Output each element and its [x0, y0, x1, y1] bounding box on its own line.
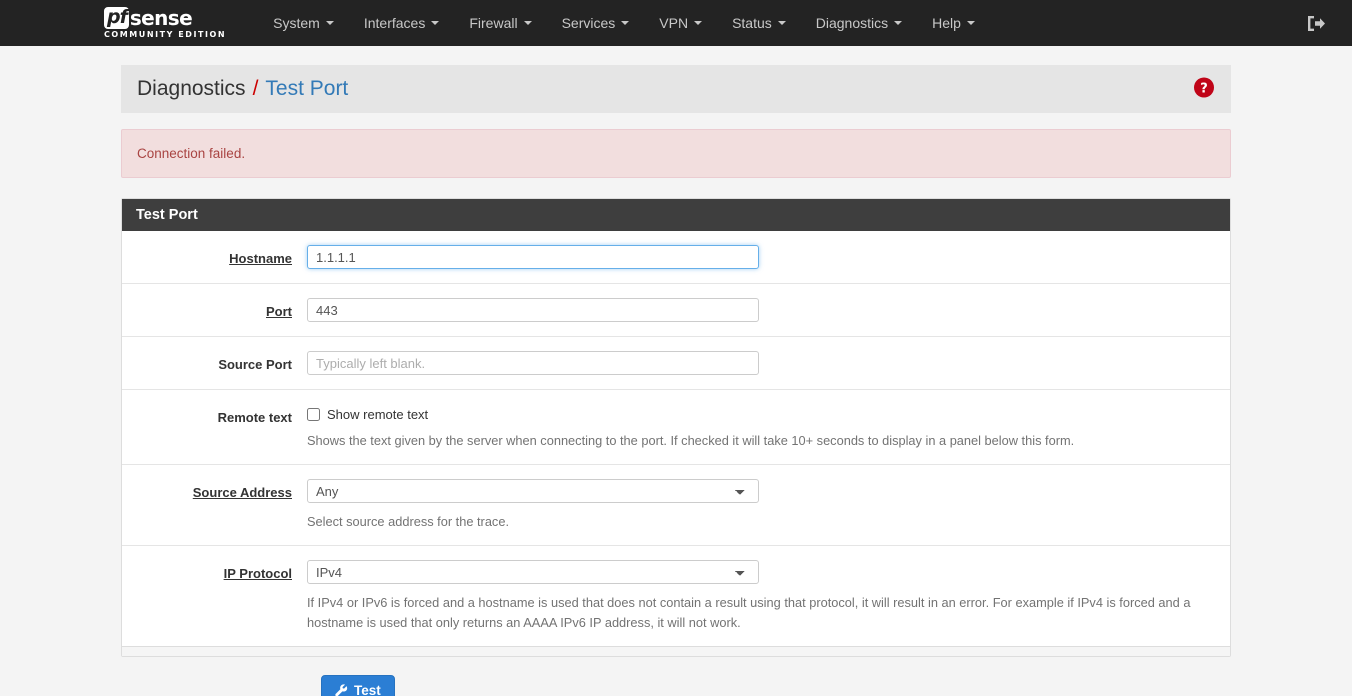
breadcrumb-root[interactable]: Diagnostics: [137, 77, 246, 101]
logo-wordmark: pf sense: [104, 6, 226, 30]
panel-footer: [122, 645, 1230, 656]
nav-item-system[interactable]: System: [258, 0, 349, 46]
logo-pf-mark: pf: [104, 7, 129, 29]
hostname-label: Hostname: [122, 245, 307, 269]
panel-title: Test Port: [122, 199, 1230, 231]
error-alert: Connection failed.: [121, 129, 1231, 178]
nav-item-services[interactable]: Services: [547, 0, 645, 46]
chevron-down-icon: [523, 21, 532, 25]
source-address-label: Source Address: [122, 479, 307, 531]
breadcrumb-separator: /: [252, 77, 259, 100]
page-container: Diagnostics / Test Port ? Connection fai…: [106, 65, 1246, 696]
source-port-control: [307, 351, 1230, 375]
show-remote-text-label[interactable]: Show remote text: [327, 407, 428, 422]
source-port-input[interactable]: [307, 351, 759, 375]
nav-item-label: Firewall: [469, 15, 518, 31]
nav-item-label: VPN: [659, 15, 689, 31]
nav-item-label: System: [273, 15, 320, 31]
wrench-icon: [335, 684, 348, 696]
nav-item-label: Status: [732, 15, 772, 31]
chevron-down-icon: [894, 21, 903, 25]
chevron-down-icon: [621, 21, 630, 25]
ip-protocol-label: IP Protocol: [122, 560, 307, 631]
nav-item-status[interactable]: Status: [717, 0, 801, 46]
ip-protocol-control: IPv4 If IPv4 or IPv6 is forced and a hos…: [307, 560, 1230, 631]
source-address-select[interactable]: Any: [307, 479, 759, 504]
breadcrumb: Diagnostics / Test Port ?: [121, 65, 1231, 113]
chevron-down-icon: [966, 21, 975, 25]
nav-item-help[interactable]: Help: [917, 0, 990, 46]
svg-text:?: ?: [1200, 82, 1208, 97]
source-port-label-text: Source Port: [218, 357, 292, 372]
nav-menu: System Interfaces Firewall Services VPN …: [258, 0, 990, 46]
error-alert-message: Connection failed.: [137, 146, 246, 161]
form-row-source-address: Source Address Any Select source address…: [122, 465, 1230, 547]
form-row-remote-text: Remote text Show remote text Shows the t…: [122, 390, 1230, 466]
port-control: [307, 298, 1230, 322]
source-address-help: Select source address for the trace.: [307, 514, 510, 530]
ip-protocol-select[interactable]: IPv4: [307, 560, 759, 585]
form-row-source-port: Source Port: [122, 337, 1230, 390]
port-label: Port: [122, 298, 307, 322]
chevron-down-icon: [325, 21, 334, 25]
form-row-port: Port: [122, 284, 1230, 337]
nav-item-vpn[interactable]: VPN: [644, 0, 717, 46]
show-remote-text-checkbox[interactable]: [307, 408, 320, 421]
remote-text-label: Remote text: [122, 404, 307, 450]
chevron-down-icon: [431, 21, 440, 25]
logout-icon[interactable]: [1307, 15, 1326, 32]
source-port-label: Source Port: [122, 351, 307, 375]
form-row-ip-protocol: IP Protocol IPv4 If IPv4 or IPv6 is forc…: [122, 546, 1230, 645]
ip-protocol-label-text: IP Protocol: [223, 566, 292, 582]
chevron-down-icon: [694, 21, 703, 25]
remote-text-label-text: Remote text: [217, 410, 292, 425]
ip-protocol-help: If IPv4 or IPv6 is forced and a hostname…: [307, 595, 1191, 630]
nav-item-label: Services: [561, 15, 616, 31]
show-remote-text-row: Show remote text: [307, 404, 1215, 422]
test-port-form: Hostname Port Source Port: [122, 231, 1230, 646]
nav-item-label: Help: [932, 15, 961, 31]
top-navbar: pf sense COMMUNITY EDITION System Interf…: [0, 0, 1352, 46]
nav-item-firewall[interactable]: Firewall: [454, 0, 546, 46]
test-button[interactable]: Test: [321, 674, 395, 696]
port-input[interactable]: [307, 298, 759, 322]
remote-text-control: Show remote text Shows the text given by…: [307, 404, 1230, 450]
breadcrumb-current[interactable]: Test Port: [265, 77, 348, 101]
port-label-text: Port: [266, 304, 292, 319]
test-port-panel: Test Port Hostname Port: [121, 198, 1231, 657]
source-address-label-text: Source Address: [192, 485, 292, 501]
nav-item-label: Diagnostics: [815, 15, 889, 31]
remote-text-help: Shows the text given by the server when …: [307, 433, 1075, 448]
nav-item-interfaces[interactable]: Interfaces: [349, 0, 454, 46]
nav-item-label: Interfaces: [363, 15, 426, 31]
pfsense-logo[interactable]: pf sense COMMUNITY EDITION: [104, 0, 240, 46]
test-button-label: Test: [354, 682, 381, 696]
hostname-input[interactable]: [307, 245, 759, 269]
logo-subtitle: COMMUNITY EDITION: [104, 30, 227, 39]
hostname-control: [307, 245, 1230, 269]
form-row-hostname: Hostname: [122, 231, 1230, 284]
source-address-control: Any Select source address for the trace.: [307, 479, 1230, 531]
question-circle-icon: ?: [1194, 77, 1214, 98]
hostname-label-text: Hostname: [229, 251, 292, 266]
logo-sense-text: sense: [129, 6, 193, 30]
navbar-right: [1307, 0, 1352, 46]
form-actions: Test: [121, 674, 1231, 696]
help-button[interactable]: ?: [1193, 77, 1215, 102]
chevron-down-icon: [777, 21, 786, 25]
nav-item-diagnostics[interactable]: Diagnostics: [801, 0, 917, 46]
